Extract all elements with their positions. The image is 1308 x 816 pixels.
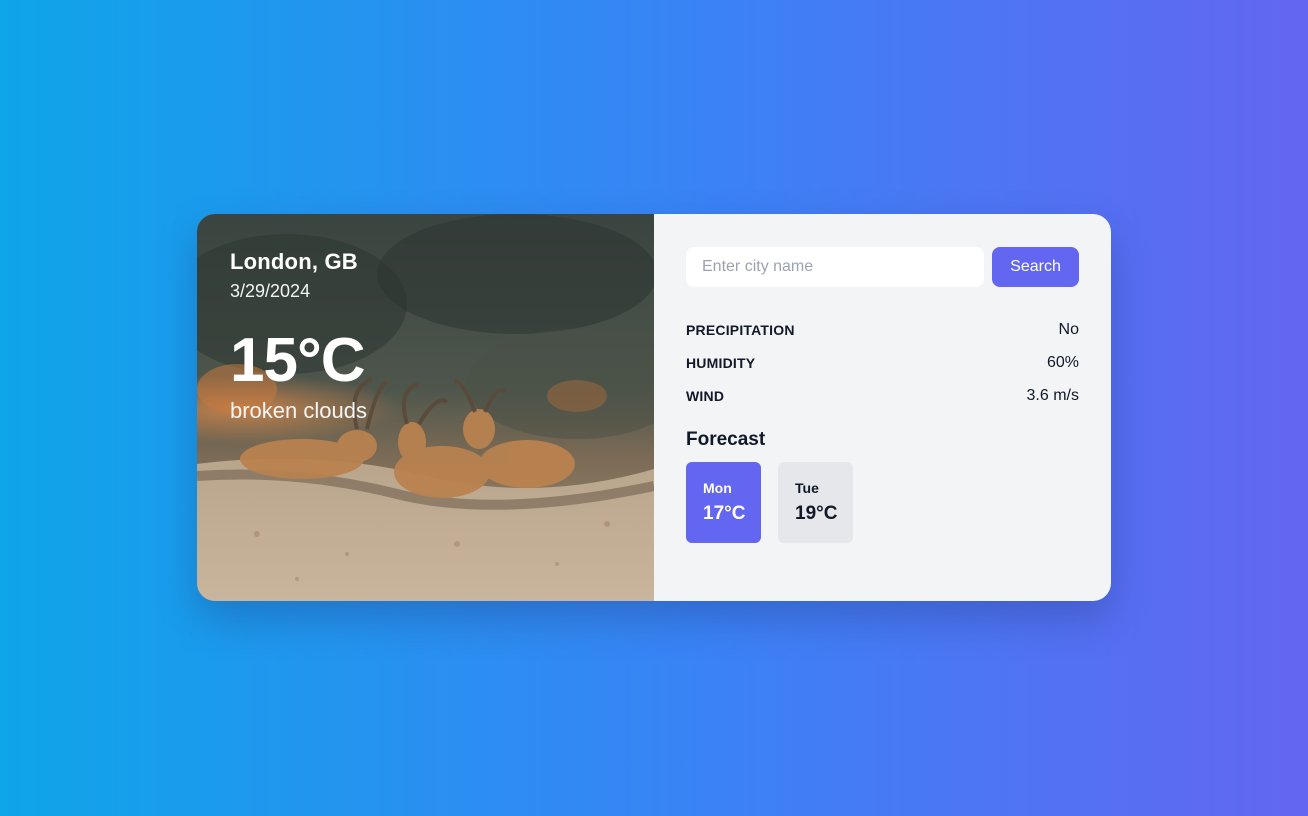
forecast-temperature: 19°C: [795, 503, 838, 524]
forecast-item-tue[interactable]: Tue 19°C: [778, 462, 853, 543]
weather-card: London, GB 3/29/2024 15°C broken clouds …: [197, 214, 1111, 601]
current-date: 3/29/2024: [230, 281, 311, 301]
stat-label: HUMIDITY: [686, 354, 756, 371]
forecast-item-mon[interactable]: Mon 17°C: [686, 462, 761, 543]
forecast-day: Mon: [703, 480, 732, 496]
search-button[interactable]: Search: [992, 247, 1079, 287]
current-temperature: 15°C: [230, 326, 366, 395]
weather-stats: PRECIPITATION No HUMIDITY 60% WIND 3.6 m…: [686, 313, 1079, 412]
city-name: London, GB: [230, 249, 358, 274]
stat-label: WIND: [686, 387, 725, 404]
forecast-heading: Forecast: [686, 429, 766, 450]
city-search-input[interactable]: [686, 247, 984, 287]
forecast-temperature: 17°C: [703, 503, 746, 524]
stat-value: 60%: [1046, 353, 1079, 371]
search-bar: Search: [686, 247, 1079, 287]
weather-description: broken clouds: [230, 398, 367, 423]
forecast-list: Mon 17°C Tue 19°C: [686, 462, 1079, 543]
stat-row-wind: WIND 3.6 m/s: [686, 379, 1079, 412]
stat-label: PRECIPITATION: [686, 321, 795, 338]
stat-value: No: [1058, 320, 1079, 338]
stat-row-precipitation: PRECIPITATION No: [686, 313, 1079, 346]
current-weather-info: London, GB 3/29/2024 15°C broken clouds: [230, 248, 367, 424]
forecast-day: Tue: [795, 480, 819, 496]
current-weather-panel: London, GB 3/29/2024 15°C broken clouds: [197, 214, 654, 601]
stat-row-humidity: HUMIDITY 60%: [686, 346, 1079, 379]
details-panel: Search PRECIPITATION No HUMIDITY 60% WIN…: [654, 214, 1111, 601]
stat-value: 3.6 m/s: [1026, 386, 1079, 404]
